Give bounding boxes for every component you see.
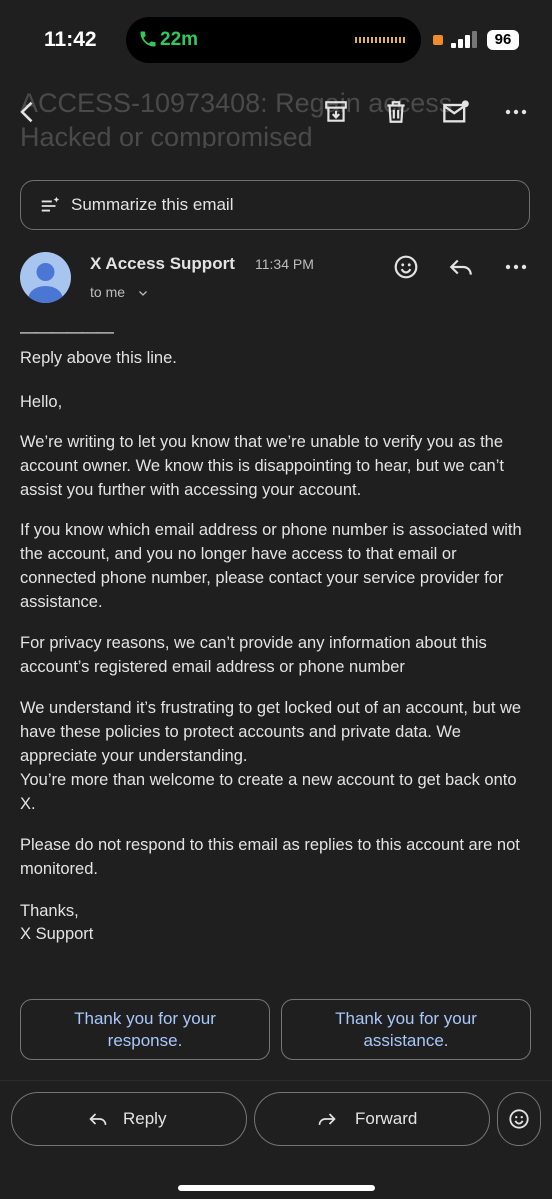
bottom-action-bar: Reply Forward — [0, 1080, 552, 1199]
reply-button[interactable]: Reply — [11, 1092, 247, 1146]
body-paragraph: You’re more than welcome to create a new… — [20, 771, 517, 813]
sender-name[interactable]: X Access Support — [90, 254, 235, 274]
smart-reply-button[interactable]: Thank you for your response. — [20, 999, 270, 1060]
emoji-react-icon[interactable] — [386, 247, 426, 287]
smart-reply-button[interactable]: Thank you for your assistance. — [281, 999, 531, 1060]
summarize-icon — [41, 196, 60, 212]
mic-indicator-icon — [433, 35, 443, 45]
forward-label: Forward — [355, 1109, 418, 1128]
cellular-signal-icon — [451, 30, 481, 48]
body-paragraph: Hello, — [20, 393, 63, 411]
recipient-toggle[interactable]: to me — [90, 284, 149, 300]
emoji-icon — [509, 1109, 529, 1129]
reply-label: Reply — [123, 1109, 167, 1128]
reply-icon[interactable] — [441, 247, 481, 287]
more-icon[interactable] — [496, 92, 536, 132]
email-header-bar: ACCESS-10973408: Regain access - Hacked … — [0, 80, 552, 148]
audio-waveform — [355, 37, 405, 43]
back-arrow-icon[interactable] — [8, 92, 48, 132]
smart-reply-label: Thank you for your response. — [74, 1008, 216, 1050]
emoji-reaction-button[interactable] — [497, 1092, 541, 1146]
summarize-email-button[interactable]: Summarize this email — [20, 180, 530, 230]
forward-button[interactable]: Forward — [254, 1092, 490, 1146]
summarize-label: Summarize this email — [71, 195, 234, 214]
reply-icon — [89, 1113, 107, 1125]
body-paragraph: Reply above this line. — [20, 349, 177, 367]
body-paragraph: If you know which email address or phone… — [20, 521, 522, 611]
message-more-icon[interactable] — [496, 247, 536, 287]
email-subject: ACCESS-10973408: Regain access - Hacked … — [20, 88, 469, 148]
phone-icon — [140, 31, 156, 47]
home-indicator[interactable] — [178, 1185, 375, 1191]
status-time: 11:42 — [44, 28, 97, 51]
body-paragraph: We understand it’s frustrating to get lo… — [20, 699, 522, 765]
battery-indicator: 96 — [487, 30, 519, 50]
status-bar: 11:42 22m 96 — [0, 0, 552, 80]
archive-icon[interactable] — [316, 92, 356, 132]
call-duration: 22m — [160, 29, 199, 50]
message-time: 11:34 PM — [255, 256, 314, 272]
dynamic-island[interactable]: 22m — [126, 17, 421, 63]
mark-unread-icon[interactable] — [436, 92, 476, 132]
body-paragraph: For privacy reasons, we can’t provide an… — [20, 634, 487, 676]
avatar[interactable] — [20, 252, 71, 303]
body-paragraph: We’re writing to let you know that we’re… — [20, 433, 504, 499]
body-paragraph: Thanks, — [20, 902, 79, 920]
chevron-down-icon — [138, 291, 147, 297]
trash-icon[interactable] — [376, 92, 416, 132]
recipient-label: to me — [90, 284, 126, 300]
body-paragraph: Please do not respond to this email as r… — [20, 836, 520, 878]
reply-separator: —————— — [20, 323, 114, 341]
body-paragraph: X Support — [20, 925, 94, 943]
smart-reply-label: Thank you for your assistance. — [335, 1008, 477, 1050]
forward-icon — [318, 1113, 336, 1125]
